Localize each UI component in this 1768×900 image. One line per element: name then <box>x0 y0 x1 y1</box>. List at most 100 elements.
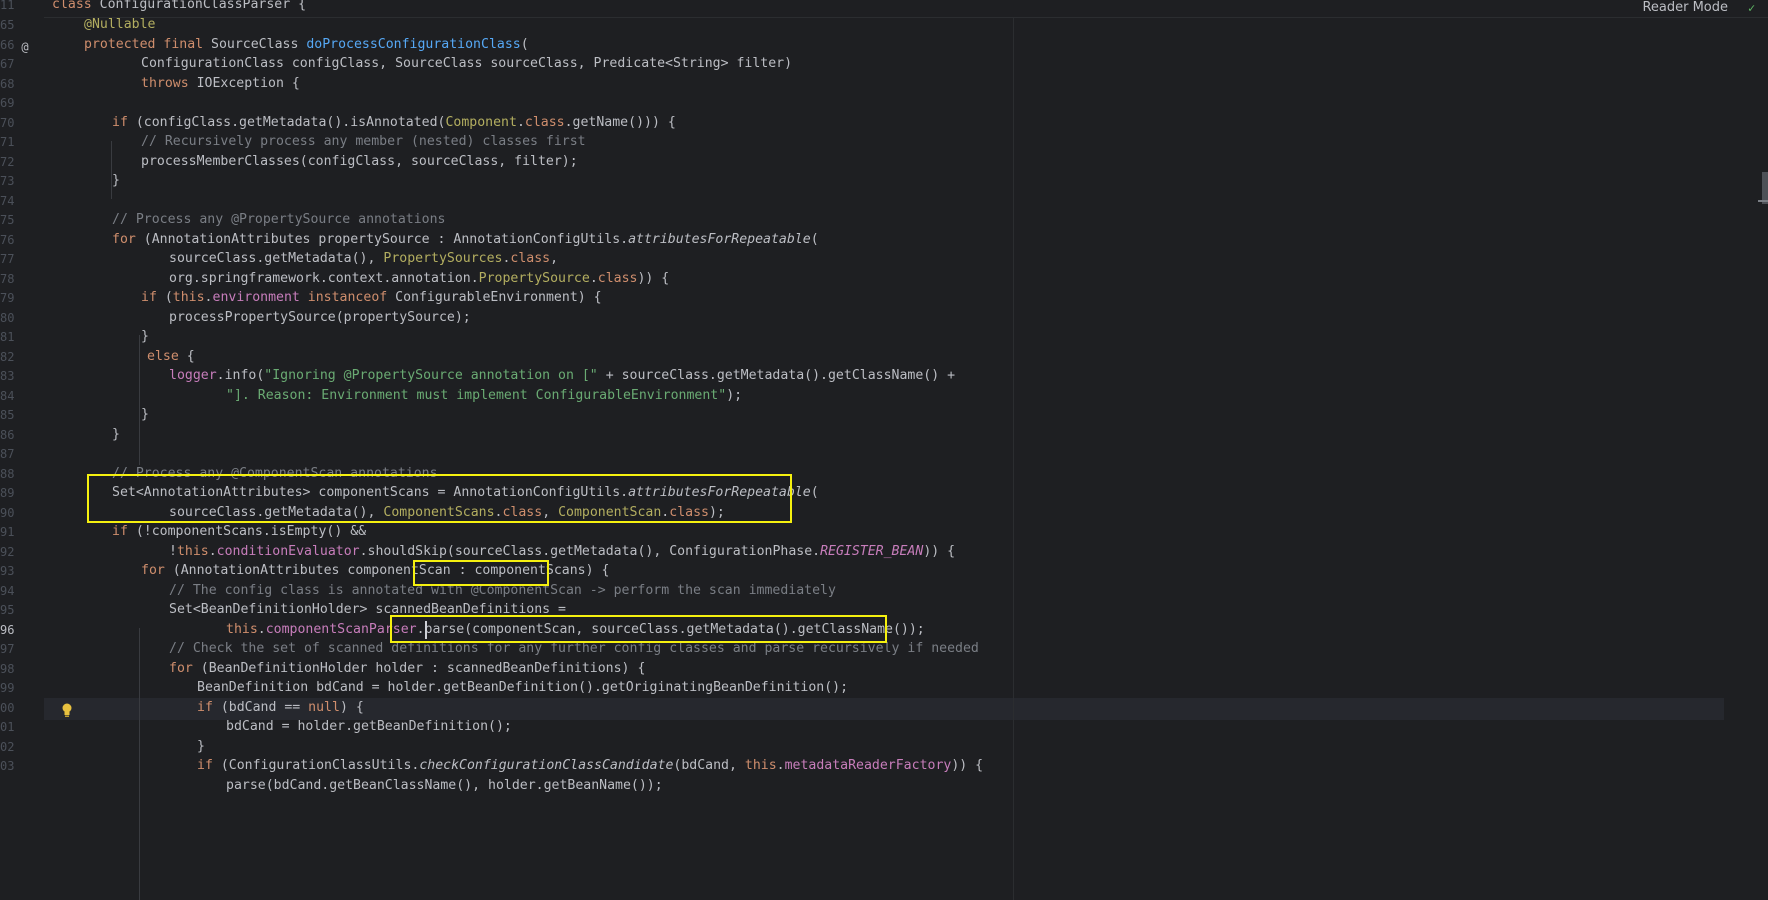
token-this: this <box>176 544 209 559</box>
line-number: 99 <box>0 681 14 695</box>
code-line-75-comment: // Process any @PropertySource annotatio… <box>112 212 446 227</box>
code-line-73: } <box>112 173 120 188</box>
override-icon[interactable]: @ <box>18 40 32 54</box>
line-number: 83 <box>0 369 14 383</box>
token-annotation: @Nullable <box>84 17 156 32</box>
token-text: (!componentScans.isEmpty() && <box>135 524 367 539</box>
token-dot: . <box>516 115 525 130</box>
token-for: for <box>112 232 144 247</box>
line-number: 95 <box>0 603 14 617</box>
code-line-77: sourceClass.getMetadata(), PropertySourc… <box>169 248 558 270</box>
token-field: logger <box>169 368 217 383</box>
token-class-keyword: class <box>597 271 638 286</box>
token-this: this <box>172 290 205 305</box>
token-text: .getName())) { <box>564 115 676 130</box>
token-text: )) { <box>951 758 984 773</box>
token-text: (bdCand == <box>220 700 309 715</box>
code-editor[interactable]: class ConfigurationClassParser { @Nullab… <box>44 0 1768 900</box>
line-number: 77 <box>0 252 14 266</box>
line-number: 71 <box>0 135 14 149</box>
token-class-ref: PropertySource <box>478 271 590 286</box>
line-number: 93 <box>0 564 14 578</box>
token-else: else <box>147 349 179 364</box>
check-icon[interactable]: ✓ <box>1748 1 1762 15</box>
line-number: 75 <box>0 213 14 227</box>
token-dot: . <box>257 622 266 637</box>
code-line-71-comment: // Recursively process any member (neste… <box>141 134 586 149</box>
token-text: )) { <box>637 271 670 286</box>
token-dot: . <box>589 271 598 286</box>
token-text: ConfigurableEnvironment) { <box>387 290 602 305</box>
line-number: 03 <box>0 759 14 773</box>
token-text: , <box>550 251 559 266</box>
token-text: ( <box>164 290 173 305</box>
line-number: 81 <box>0 330 14 344</box>
token-dot: . <box>776 758 785 773</box>
code-line-66a: @Nullable <box>84 14 155 36</box>
token-text: .shouldSkip(sourceClass.getMetadata(), C… <box>359 544 821 559</box>
token-text: .info( <box>216 368 265 383</box>
token-if: if <box>197 700 221 715</box>
token-field: metadataReaderFactory <box>784 758 952 773</box>
token-text: + sourceClass.getMetadata().getClassName… <box>597 368 956 383</box>
token-dot: . <box>204 290 213 305</box>
line-number: 73 <box>0 174 14 188</box>
line-number: 79 <box>0 291 14 305</box>
code-line-91: if (!componentScans.isEmpty() && <box>112 521 366 543</box>
right-margin-guide <box>1013 18 1014 900</box>
token-paren: ( <box>810 485 819 500</box>
token-modifiers: protected final <box>84 37 212 52</box>
line-number: 85 <box>0 408 14 422</box>
highlight-box-componentscans-decl <box>87 474 792 523</box>
line-number: 69 <box>0 96 14 110</box>
token-paren: ( <box>520 37 529 52</box>
code-line-83: logger.info("Ignoring @PropertySource an… <box>169 365 955 387</box>
line-number: 65 <box>0 18 14 32</box>
highlight-box-parse-call <box>390 615 887 643</box>
token-for: for <box>141 563 173 578</box>
token-text: org.springframework.context.annotation. <box>169 271 479 286</box>
token-dot: . <box>208 544 217 559</box>
token-string: "Ignoring @PropertySource annotation on … <box>264 368 598 383</box>
line-number: 67 <box>0 57 14 71</box>
token-class-name: ConfigurationClassParser { <box>99 0 307 12</box>
token-string: "]. Reason: Environment must implement C… <box>226 388 727 403</box>
token-text: ); <box>726 388 743 403</box>
token-field: environment <box>212 290 300 305</box>
code-line-04: parse(bdCand.getBeanClassName(), holder.… <box>226 778 663 793</box>
code-line-85: } <box>141 407 149 422</box>
token-if: if <box>112 524 136 539</box>
indent-guide <box>139 628 140 900</box>
token-this: this <box>226 622 258 637</box>
token-type: SourceClass <box>211 37 307 52</box>
token-text: (ConfigurationClassUtils. <box>220 758 420 773</box>
reader-mode-button[interactable]: Reader Mode <box>1642 0 1728 16</box>
code-line-99: BeanDefinition bdCand = holder.getBeanDe… <box>197 680 849 695</box>
line-number: 01 <box>0 720 14 734</box>
token-for: for <box>169 661 201 676</box>
token-text: sourceClass.getMetadata(), <box>169 251 384 266</box>
token-class-keyword: class <box>510 251 551 266</box>
token-if: if <box>141 290 165 305</box>
token-text: (configClass.getMetadata().isAnnotated( <box>135 115 446 130</box>
token-paren: ( <box>810 232 819 247</box>
code-line-03: if (ConfigurationClassUtils.checkConfigu… <box>197 755 983 777</box>
code-line-81: } <box>141 329 149 344</box>
code-line-68: throws IOException { <box>141 73 300 95</box>
code-line-80: processPropertySource(propertySource); <box>169 310 471 325</box>
token-if: if <box>112 115 136 130</box>
code-line-86: } <box>112 427 120 442</box>
token-static-field: REGISTER_BEAN <box>820 544 924 559</box>
token-method-name: doProcessConfigurationClass <box>306 37 521 52</box>
token-instanceof: instanceof <box>307 290 388 305</box>
token-static-method: attributesForRepeatable <box>628 232 811 247</box>
token-text: )) { <box>923 544 956 559</box>
token-class-keyword: class <box>524 115 565 130</box>
highlight-box-componentscans-iter <box>413 560 549 586</box>
token-text: (BeanDefinitionHolder holder : scannedBe… <box>200 661 646 676</box>
token-field: conditionEvaluator <box>216 544 360 559</box>
code-line-72: processMemberClasses(configClass, source… <box>141 154 578 169</box>
token-exception: IOException { <box>196 76 300 91</box>
line-number-gutter[interactable]: 11 65 66 67 68 69 70 71 72 73 74 75 76 7… <box>0 0 44 900</box>
